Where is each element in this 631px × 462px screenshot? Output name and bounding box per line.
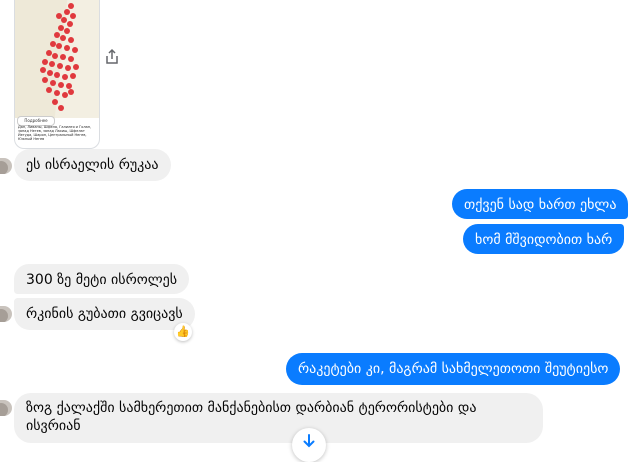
avatar[interactable] bbox=[0, 400, 12, 416]
message-bubble-incoming[interactable]: ზოგ ქალაქში სამხერეთით მანქანებისთ დარბი… bbox=[14, 393, 543, 443]
message-bubble-incoming[interactable]: ეს ისრაელის რუკაა bbox=[14, 149, 171, 181]
share-icon[interactable] bbox=[104, 48, 120, 66]
avatar[interactable] bbox=[0, 306, 12, 322]
arrow-down-icon bbox=[303, 434, 315, 448]
thumbs-up-icon[interactable]: 👍 bbox=[174, 323, 192, 341]
shared-map-image[interactable]: Подробнее Дан, Ливаны, Шфела, Галилея и … bbox=[14, 0, 100, 149]
message-bubble-incoming[interactable]: 300 ზე მეტი ისროლეს bbox=[14, 264, 190, 294]
map-thumbnail bbox=[15, 0, 99, 118]
message-bubble-outgoing[interactable]: თქვენ სად ხართ ეხლა bbox=[452, 189, 629, 219]
map-alert-markers bbox=[40, 3, 79, 111]
message-bubble-outgoing[interactable]: ხომ მშვიდობით ხარ bbox=[463, 224, 625, 254]
message-bubble-incoming[interactable]: რკინის გუბათი გვიცავს bbox=[14, 298, 195, 330]
map-caption: Дан, Ливаны, Шфела, Галилея и Голан, зап… bbox=[18, 125, 92, 141]
avatar[interactable] bbox=[0, 158, 12, 174]
message-bubble-outgoing[interactable]: რაკეტები კი, მაგრამ სახმელეთოთი შეუტიესო bbox=[286, 353, 621, 385]
scroll-to-bottom-button[interactable] bbox=[292, 428, 326, 462]
